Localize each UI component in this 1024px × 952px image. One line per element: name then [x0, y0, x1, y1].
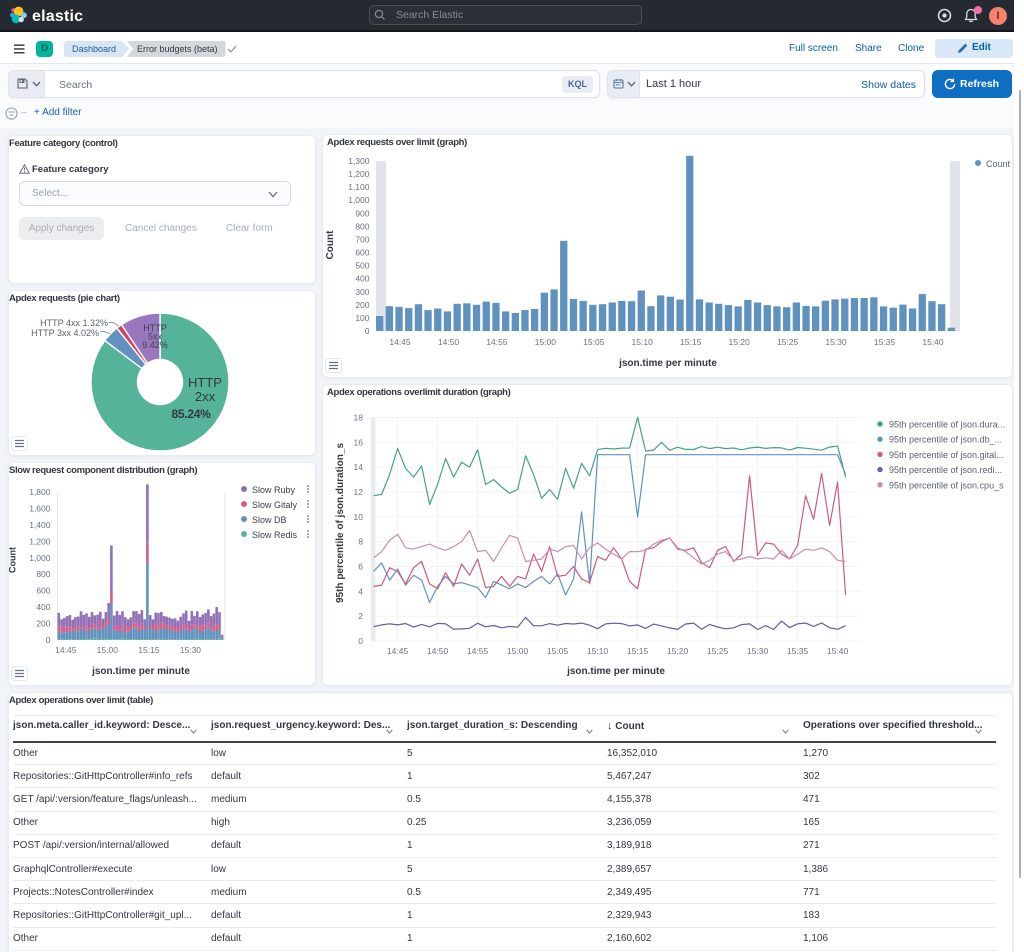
svg-text:1,200: 1,200 — [29, 536, 51, 546]
svg-text:4: 4 — [358, 586, 363, 596]
svg-text:15:05: 15:05 — [547, 646, 569, 656]
svg-text:15:10: 15:10 — [632, 337, 654, 347]
svg-text:Slow DB: Slow DB — [252, 515, 287, 525]
svg-text:14:50: 14:50 — [438, 337, 460, 347]
svg-text:15:05: 15:05 — [583, 337, 605, 347]
svg-text:1,100: 1,100 — [348, 182, 370, 192]
svg-text:15:15: 15:15 — [627, 646, 649, 656]
svg-text:10: 10 — [354, 512, 364, 522]
svg-text:Slow Gitaly: Slow Gitaly — [252, 500, 298, 510]
svg-text:85.24%: 85.24% — [172, 407, 212, 421]
svg-text:14:55: 14:55 — [486, 337, 508, 347]
svg-text:15:30: 15:30 — [747, 646, 769, 656]
svg-text:14: 14 — [354, 462, 364, 472]
svg-text:9.42%: 9.42% — [142, 340, 168, 350]
svg-text:95th percentile of json.cpu_s: 95th percentile of json.cpu_s — [889, 480, 1004, 490]
svg-text:95th percentile of json.redi..: 95th percentile of json.redi... — [889, 465, 1002, 475]
svg-text:2: 2 — [358, 611, 363, 621]
svg-text:14:45: 14:45 — [55, 645, 77, 655]
svg-text:14:45: 14:45 — [387, 646, 409, 656]
svg-text:15:35: 15:35 — [787, 646, 809, 656]
svg-text:Count: Count — [9, 547, 18, 573]
svg-text:json.time per minute: json.time per minute — [91, 666, 190, 677]
svg-text:16: 16 — [354, 437, 364, 447]
svg-text:400: 400 — [355, 274, 369, 284]
svg-text:15:25: 15:25 — [707, 646, 729, 656]
svg-text:14:45: 14:45 — [389, 337, 411, 347]
svg-text:15:00: 15:00 — [535, 337, 557, 347]
svg-text:15:25: 15:25 — [777, 337, 799, 347]
svg-text:600: 600 — [355, 248, 369, 258]
svg-text:500: 500 — [355, 261, 369, 271]
svg-text:0: 0 — [46, 635, 51, 645]
svg-text:800: 800 — [36, 569, 50, 579]
svg-text:15:00: 15:00 — [507, 646, 529, 656]
svg-text:95th percentile of json.db_...: 95th percentile of json.db_... — [889, 435, 1002, 445]
svg-text:HTTP 4xx 1.32%: HTTP 4xx 1.32% — [40, 318, 108, 328]
svg-text:Count: Count — [986, 159, 1011, 169]
svg-text:200: 200 — [36, 619, 50, 629]
svg-text:8: 8 — [358, 537, 363, 547]
svg-text:json.time per minute: json.time per minute — [618, 358, 717, 369]
svg-text:700: 700 — [355, 235, 369, 245]
svg-text:14:50: 14:50 — [427, 646, 449, 656]
svg-text:800: 800 — [355, 221, 369, 231]
svg-text:400: 400 — [36, 602, 50, 612]
svg-text:1,400: 1,400 — [29, 520, 51, 530]
svg-text:1,200: 1,200 — [348, 169, 370, 179]
svg-text:1,000: 1,000 — [29, 553, 51, 563]
svg-text:15:10: 15:10 — [587, 646, 609, 656]
svg-text:1,800: 1,800 — [29, 487, 51, 497]
svg-text:1,000: 1,000 — [348, 195, 370, 205]
svg-text:HTTP: HTTP — [188, 375, 222, 390]
svg-text:14:55: 14:55 — [467, 646, 489, 656]
svg-text:15:40: 15:40 — [827, 646, 849, 656]
svg-text:1,600: 1,600 — [29, 503, 51, 513]
svg-text:900: 900 — [355, 208, 369, 218]
svg-text:0: 0 — [358, 636, 363, 646]
svg-text:Count: Count — [325, 230, 336, 260]
svg-text:600: 600 — [36, 586, 50, 596]
svg-text:json.time per minute: json.time per minute — [566, 666, 665, 677]
svg-text:0: 0 — [365, 326, 370, 336]
svg-text:200: 200 — [355, 300, 369, 310]
svg-text:15:20: 15:20 — [667, 646, 689, 656]
svg-text:95th percentile of json.durati: 95th percentile of json.duration_s — [335, 443, 346, 603]
svg-text:HTTP 3xx 4.02%: HTTP 3xx 4.02% — [31, 328, 99, 338]
svg-text:95th percentile of json.dura..: 95th percentile of json.dura... — [889, 420, 1005, 430]
svg-text:15:15: 15:15 — [680, 337, 702, 347]
svg-text:95th percentile of json.gital.: 95th percentile of json.gital... — [889, 450, 1004, 460]
svg-text:15:40: 15:40 — [922, 337, 944, 347]
svg-text:Slow Redis: Slow Redis — [252, 530, 298, 540]
svg-text:15:20: 15:20 — [729, 337, 751, 347]
svg-text:Slow Ruby: Slow Ruby — [252, 485, 296, 495]
svg-text:15:15: 15:15 — [138, 645, 160, 655]
svg-text:15:30: 15:30 — [180, 645, 202, 655]
svg-text:12: 12 — [354, 487, 364, 497]
svg-text:2xx: 2xx — [195, 389, 216, 404]
svg-text:15:30: 15:30 — [825, 337, 847, 347]
svg-text:6: 6 — [358, 562, 363, 572]
svg-text:300: 300 — [355, 287, 369, 297]
svg-text:18: 18 — [354, 412, 364, 422]
svg-text:100: 100 — [355, 313, 369, 323]
svg-text:15:35: 15:35 — [874, 337, 896, 347]
svg-text:15:00: 15:00 — [97, 645, 119, 655]
svg-text:1,300: 1,300 — [348, 156, 370, 166]
